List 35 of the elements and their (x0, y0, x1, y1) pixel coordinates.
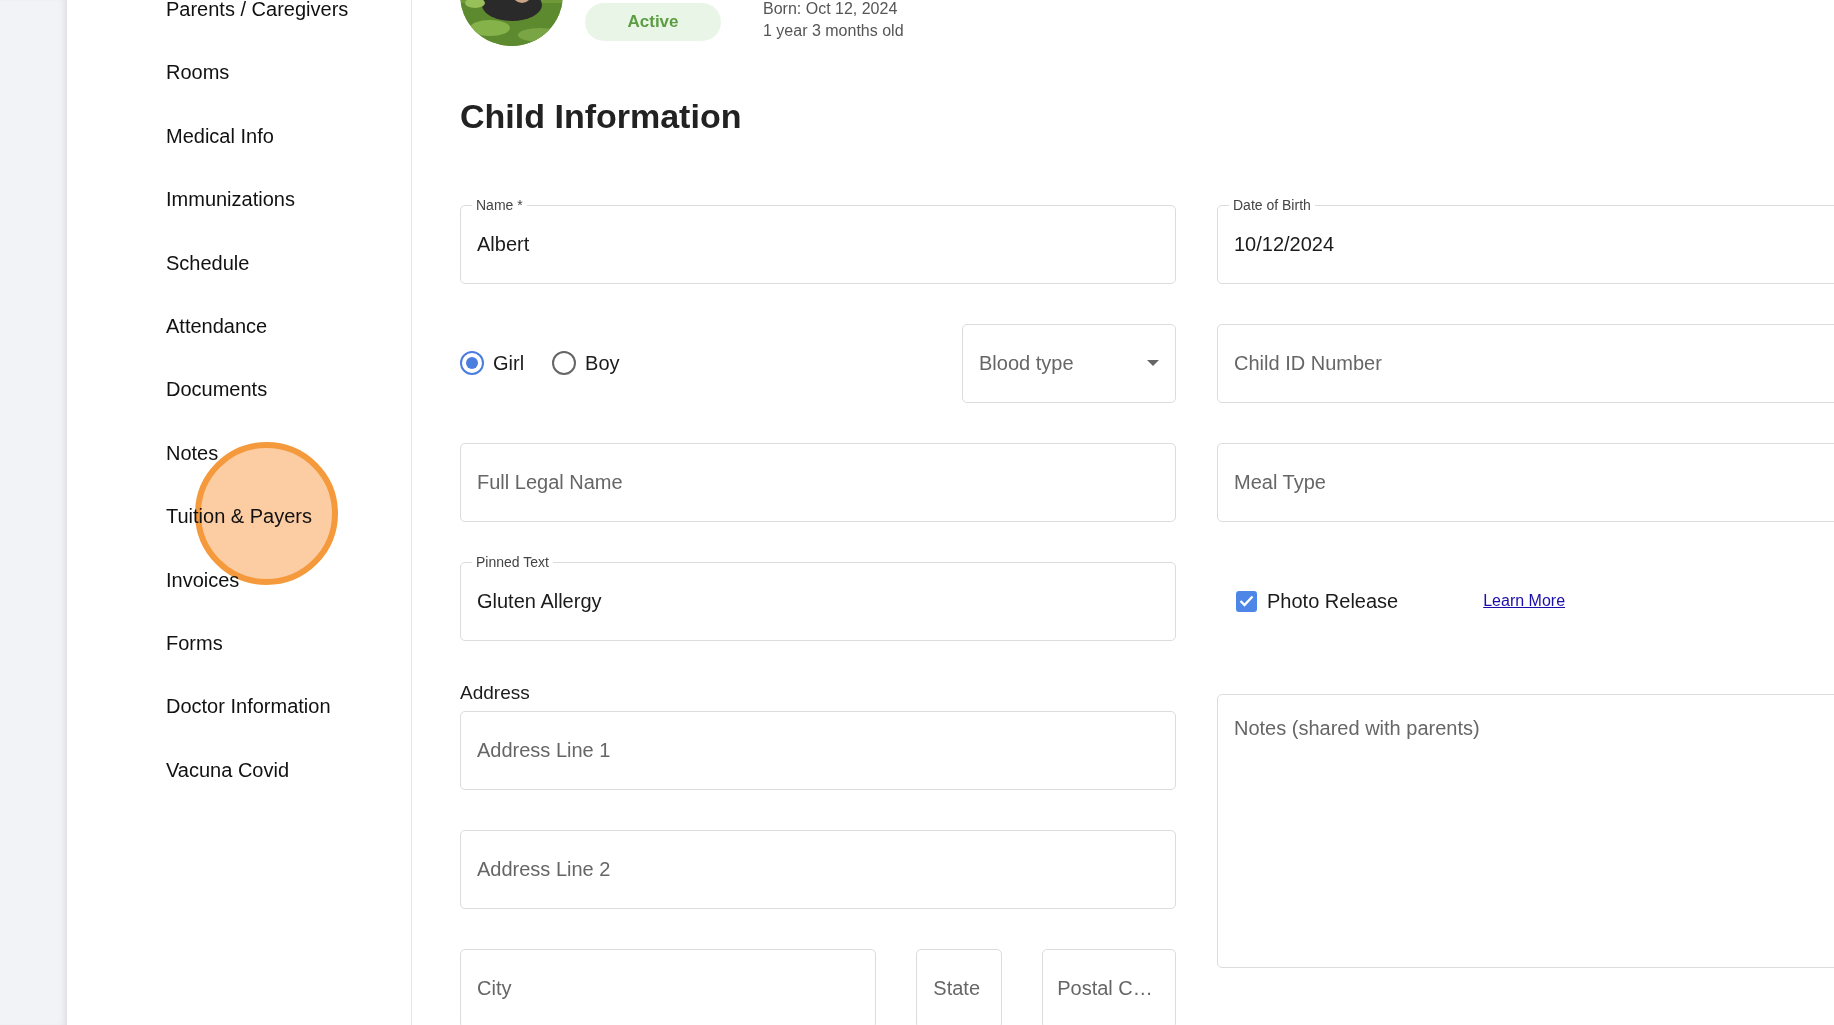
input-field[interactable]: City (460, 949, 877, 1025)
input-field[interactable]: Child ID Number (1217, 323, 1834, 403)
input-field[interactable]: Address Line 1 (460, 711, 1176, 791)
learn-more-link[interactable]: Learn More (1483, 589, 1566, 614)
radio-label: Girl (493, 351, 525, 377)
sidebar-item[interactable]: Documents (166, 376, 268, 440)
birth-date: Born: Oct 12, 2024 (763, 0, 899, 19)
sidebar-item[interactable]: Notes (166, 439, 219, 504)
sidebar-item[interactable]: Parents / Caregivers (166, 0, 349, 60)
sidebar-item[interactable]: Vacuna Covid (166, 756, 290, 821)
radio-button[interactable] (552, 351, 577, 376)
input-field[interactable]: Address Line 2 (460, 830, 1176, 910)
sidebar-item[interactable]: Attendance (166, 312, 268, 377)
blood-type-dropdown[interactable]: Blood type (962, 323, 1176, 403)
checkbox[interactable] (1236, 590, 1257, 612)
checkbox-label: Photo Release (1267, 589, 1399, 615)
sidebar-item[interactable]: Invoices (166, 566, 240, 630)
child-age: 1 year 3 months old (763, 21, 904, 41)
notes-textarea[interactable]: Notes (shared with parents) (1217, 693, 1834, 968)
radio-label: Boy (585, 351, 620, 377)
sidebar-item[interactable]: Doctor Information (166, 693, 331, 757)
caret-icon (1147, 360, 1159, 367)
sidebar-item[interactable]: Schedule (166, 249, 250, 313)
section-label: Address (460, 680, 530, 705)
sidebar-item[interactable]: Immunizations (166, 186, 295, 250)
sidebar-item[interactable]: Medical Info (166, 122, 274, 187)
input-field[interactable]: State (916, 949, 1003, 1025)
section-title: Child Information (460, 96, 743, 137)
input-field[interactable]: Postal C… (1042, 949, 1176, 1025)
input-field[interactable]: Meal Type (1217, 442, 1834, 522)
radio-button[interactable] (460, 351, 484, 376)
sidebar-item[interactable]: Rooms (166, 59, 230, 123)
input-field[interactable]: Full Legal Name (460, 442, 1176, 522)
sidebar-item[interactable]: Forms (166, 629, 223, 694)
status-badge: Active (585, 3, 721, 41)
